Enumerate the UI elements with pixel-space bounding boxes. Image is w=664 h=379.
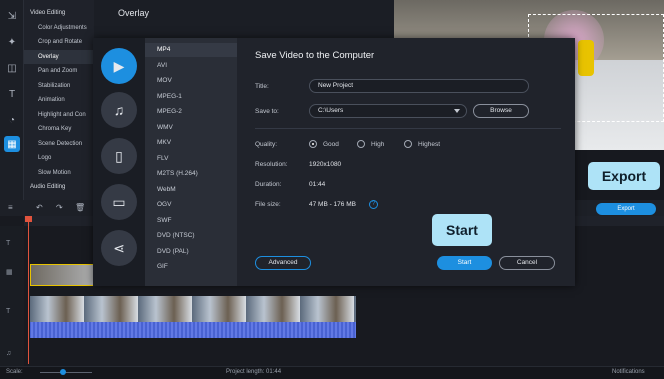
delete-icon[interactable]: 🗑 — [75, 203, 85, 212]
save-to-label: Save to: — [255, 108, 279, 115]
menu-item[interactable]: Overlay — [24, 49, 94, 64]
start-callout: Start — [432, 214, 492, 246]
scale-label: Scale: — [6, 369, 23, 375]
resolution-label: Resolution: — [255, 161, 288, 168]
quality-high-label: High — [371, 141, 385, 148]
format-item[interactable]: GIF — [145, 260, 237, 274]
import-icon[interactable]: ⇲ — [4, 8, 20, 24]
title-label: Title: — [255, 83, 269, 90]
duration-label: Duration: — [255, 181, 282, 188]
timeline-menu-icon[interactable]: ≡ — [8, 203, 13, 212]
format-list: MP4 AVI MOV MPEG-1 MPEG-2 WMV MKV FLV M2TS (H.26… — [145, 38, 237, 286]
quality-good-radio[interactable] — [309, 140, 317, 148]
audio-waveform[interactable] — [30, 322, 356, 338]
format-item[interactable]: FLV — [145, 152, 237, 166]
transitions-icon[interactable]: ◔ — [4, 112, 20, 128]
track-controls: T ▦ T ♫ — [0, 226, 24, 366]
share-icon[interactable]: ⋖ — [101, 230, 137, 266]
audio-track-icon: ♫ — [6, 350, 12, 357]
help-icon[interactable]: ? — [369, 200, 378, 209]
format-item[interactable]: DVD (NTSC) — [145, 229, 237, 243]
format-item[interactable]: M2TS (H.264) — [145, 167, 237, 181]
scale-slider[interactable] — [40, 372, 92, 373]
tool-column: ⇲ ✦ ◫ T ◔ ▦ — [0, 0, 24, 200]
overlay-panel — [94, 0, 394, 40]
export-categories: ▶ ♫ ▯ ▭ ⋖ — [93, 38, 145, 286]
filters-icon[interactable]: ◫ — [4, 60, 20, 76]
file-size-value: 47 MB - 176 MB — [309, 201, 356, 208]
video-file-icon[interactable]: ▶ — [101, 48, 137, 84]
format-item[interactable]: WMV — [145, 121, 237, 135]
start-button[interactable]: Start — [437, 256, 492, 270]
quality-highest-radio[interactable] — [404, 140, 412, 148]
project-length: Project length: 01:44 — [226, 369, 282, 375]
undo-icon[interactable]: ↶ — [36, 203, 43, 212]
format-item[interactable]: AVI — [145, 59, 237, 73]
format-item[interactable]: MP4 — [145, 43, 237, 57]
quality-good-label: Good — [323, 141, 339, 148]
format-item[interactable]: MOV — [145, 74, 237, 88]
tv-icon[interactable]: ▭ — [101, 184, 137, 220]
menu-item[interactable]: Chroma Key — [24, 122, 94, 136]
export-callout: Export — [588, 162, 660, 190]
video-clip[interactable] — [30, 296, 356, 322]
playhead[interactable] — [28, 216, 29, 364]
resolution-value: 1920x1080 — [309, 161, 342, 168]
redo-icon[interactable]: ↷ — [56, 203, 63, 212]
file-size-label: File size: — [255, 201, 281, 208]
menu-item[interactable]: Logo — [24, 151, 94, 165]
menu-item[interactable]: Scene Detection — [24, 137, 94, 151]
divider — [255, 128, 561, 129]
save-video-dialog: ▶ ♫ ▯ ▭ ⋖ MP4 AVI MOV MPEG-1 MPEG-2 WMV MKV FLV… — [93, 38, 575, 286]
title-input[interactable]: New Project — [309, 79, 529, 93]
menu-item[interactable]: Highlight and Con — [24, 108, 94, 122]
menu-item[interactable]: Slow Motion — [24, 166, 94, 180]
menu-section-header[interactable]: Audio Editing — [24, 180, 94, 194]
playhead-handle[interactable] — [25, 216, 32, 222]
menu-item[interactable]: Crop and Rotate — [24, 35, 94, 49]
format-item[interactable]: SWF — [145, 214, 237, 228]
title-track-icon: T — [6, 240, 11, 247]
more-tools-icon[interactable]: ▦ — [4, 136, 20, 152]
audio-file-icon[interactable]: ♫ — [101, 92, 137, 128]
duration-value: 01:44 — [309, 181, 326, 188]
titles-icon[interactable]: T — [4, 86, 20, 102]
magic-wand-icon[interactable]: ✦ — [4, 34, 20, 50]
save-to-input[interactable]: C:\Users — [309, 104, 467, 118]
menu-section-header[interactable]: Video Editing — [24, 6, 94, 20]
format-item[interactable]: DVD (PAL) — [145, 245, 237, 259]
browse-button[interactable]: Browse — [473, 104, 529, 118]
notifications-link[interactable]: Notifications — [612, 369, 645, 375]
device-icon[interactable]: ▯ — [101, 138, 137, 174]
format-item[interactable]: OGV — [145, 198, 237, 212]
format-item[interactable]: MPEG-1 — [145, 90, 237, 104]
format-item[interactable]: MPEG-2 — [145, 105, 237, 119]
menu-item[interactable]: Color Adjustments — [24, 21, 94, 35]
quality-high-radio[interactable] — [357, 140, 365, 148]
quality-highest-label: Highest — [418, 141, 441, 148]
export-button[interactable]: Export — [596, 203, 656, 215]
menu-item[interactable]: Animation — [24, 93, 94, 107]
video-track-icon: T — [6, 308, 11, 315]
dialog-title: Save Video to the Computer — [255, 50, 375, 61]
panel-title: Overlay — [118, 8, 150, 18]
cancel-button[interactable]: Cancel — [499, 256, 555, 270]
overlay-track-icon: ▦ — [6, 269, 13, 276]
status-bar — [0, 366, 664, 379]
quality-label: Quality: — [255, 141, 278, 148]
format-item[interactable]: WebM — [145, 183, 237, 197]
editing-tools-menu: Video Editing Color Adjustments Crop and R… — [24, 0, 94, 200]
format-item[interactable]: MKV — [145, 136, 237, 150]
menu-item[interactable]: Stabilization — [24, 79, 94, 93]
scale-slider-knob[interactable] — [60, 369, 66, 375]
menu-item[interactable]: Pan and Zoom — [24, 64, 94, 78]
advanced-button[interactable]: Advanced — [255, 256, 311, 270]
